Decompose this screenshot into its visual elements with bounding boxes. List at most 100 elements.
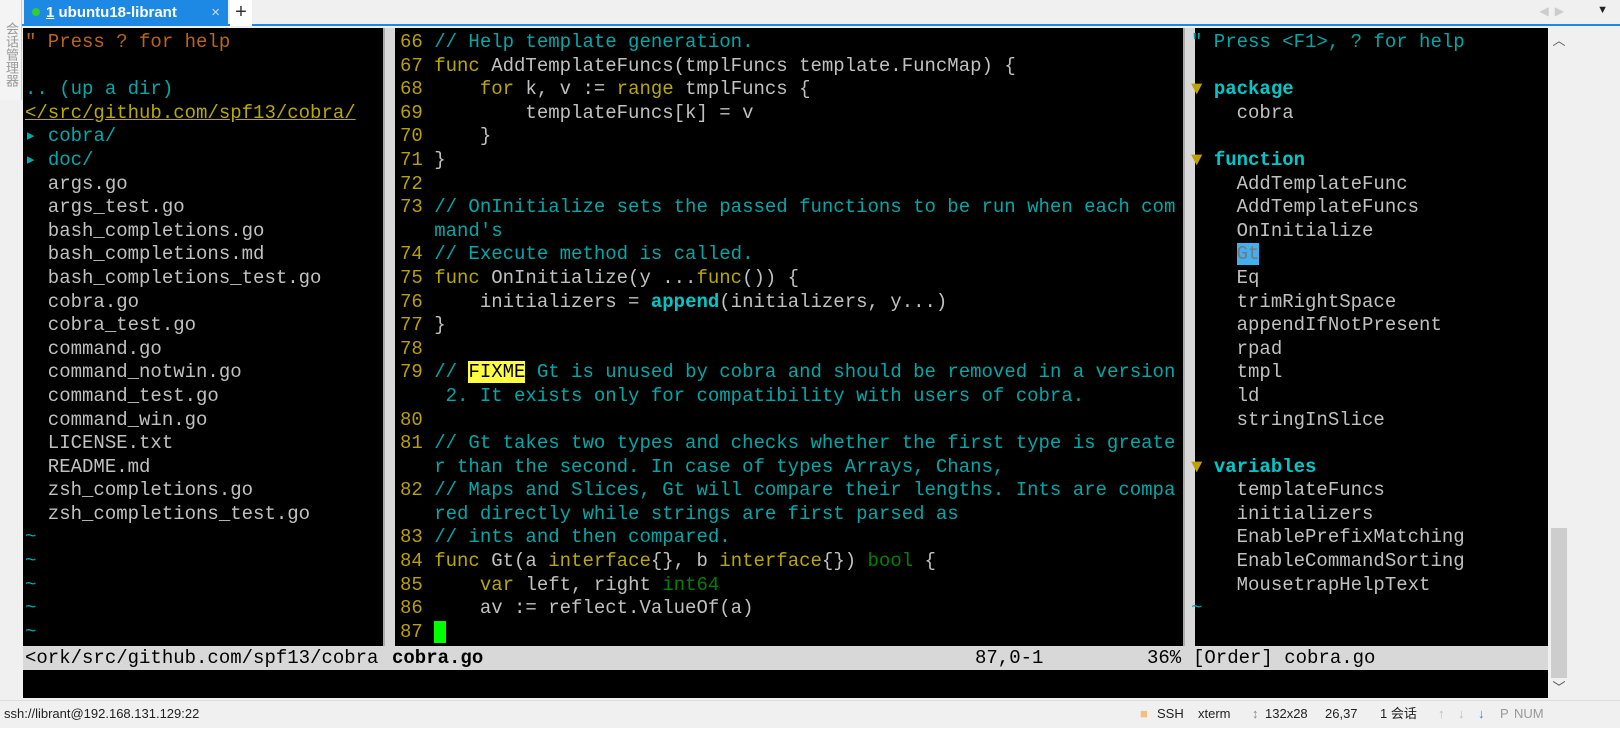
- tag-item[interactable]: AddTemplateFunc: [1191, 173, 1541, 197]
- new-tab-button[interactable]: +: [230, 0, 252, 26]
- tab-next-icon[interactable]: ▶: [1555, 4, 1570, 18]
- tag-item[interactable]: templateFuncs: [1191, 479, 1541, 503]
- code-line[interactable]: 80: [400, 409, 1185, 433]
- code-line[interactable]: 71 }: [400, 149, 1185, 173]
- tag-item[interactable]: trimRightSpace: [1191, 291, 1541, 315]
- tag-item[interactable]: EnablePrefixMatching: [1191, 526, 1541, 550]
- file-tree-item[interactable]: ~: [25, 550, 381, 574]
- file-tree-item[interactable]: ▸ doc/: [25, 149, 381, 173]
- text-segment: ~: [25, 620, 37, 643]
- tag-item[interactable]: rpad: [1191, 338, 1541, 362]
- tag-item[interactable]: ▼ function: [1191, 149, 1541, 173]
- upload-icon[interactable]: ↑: [1438, 701, 1445, 727]
- code-line[interactable]: 82 // Maps and Slices, Gt will compare t…: [400, 479, 1185, 503]
- tagbar-pane[interactable]: " Press <F1>, ? for help ▼ package cobra ▼…: [1191, 31, 1541, 621]
- file-tree-item[interactable]: [25, 55, 381, 79]
- tag-item[interactable]: stringInSlice: [1191, 409, 1541, 433]
- code-line[interactable]: r than the second. In case of types Arra…: [400, 456, 1185, 480]
- scroll-up-icon[interactable]: ︿: [1548, 30, 1570, 49]
- code-line[interactable]: red directly while strings are first par…: [400, 503, 1185, 527]
- tag-item[interactable]: [1191, 125, 1541, 149]
- file-tree-item[interactable]: command.go: [25, 338, 381, 362]
- code-line[interactable]: 74 // Execute method is called.: [400, 243, 1185, 267]
- code-line[interactable]: 83 // ints and then compared.: [400, 526, 1185, 550]
- file-tree-item[interactable]: command_test.go: [25, 385, 381, 409]
- tag-item[interactable]: initializers: [1191, 503, 1541, 527]
- code-line[interactable]: 70 }: [400, 125, 1185, 149]
- tag-item[interactable]: Gt: [1191, 243, 1541, 267]
- tab-prev-icon[interactable]: ◀: [1540, 4, 1555, 18]
- file-tree-item[interactable]: bash_completions_test.go: [25, 267, 381, 291]
- code-line[interactable]: 73 // OnInitialize sets the passed funct…: [400, 196, 1185, 220]
- file-tree-item[interactable]: args_test.go: [25, 196, 381, 220]
- tag-item[interactable]: [1191, 55, 1541, 79]
- terminal[interactable]: " Press ? for help .. (up a dir) </src/git…: [23, 28, 1548, 698]
- vertical-split-divider[interactable]: [383, 28, 395, 646]
- file-tree-item[interactable]: ~: [25, 621, 381, 645]
- tag-item[interactable]: ▼ package: [1191, 78, 1541, 102]
- text-segment: {: [913, 550, 936, 573]
- file-tree-item[interactable]: command_win.go: [25, 409, 381, 433]
- file-tree-item[interactable]: ~: [25, 597, 381, 621]
- file-tree-item[interactable]: args.go: [25, 173, 381, 197]
- tag-item[interactable]: MousetrapHelpText: [1191, 574, 1541, 598]
- tag-item[interactable]: OnInitialize: [1191, 220, 1541, 244]
- terminal-scrollbar[interactable]: ︿ ﹀: [1548, 28, 1570, 698]
- code-line[interactable]: 77 }: [400, 314, 1185, 338]
- session-manager-sidebar[interactable]: 会话管理器: [0, 0, 22, 100]
- file-tree-item[interactable]: bash_completions.md: [25, 243, 381, 267]
- code-line[interactable]: 81 // Gt takes two types and checks whet…: [400, 432, 1185, 456]
- file-tree-item[interactable]: ▸ cobra/: [25, 125, 381, 149]
- tag-item[interactable]: ▼ variables: [1191, 456, 1541, 480]
- code-line[interactable]: 67 func AddTemplateFuncs(tmplFuncs templ…: [400, 55, 1185, 79]
- editor-pane[interactable]: 66 // Help template generation. 67 func A…: [400, 31, 1185, 644]
- tag-item[interactable]: [1191, 432, 1541, 456]
- tag-item[interactable]: Eq: [1191, 267, 1541, 291]
- file-tree-item[interactable]: zsh_completions_test.go: [25, 503, 381, 527]
- nerdtree-pane[interactable]: " Press ? for help .. (up a dir) </src/git…: [25, 31, 381, 644]
- file-tree-item[interactable]: zsh_completions.go: [25, 479, 381, 503]
- tag-item[interactable]: cobra: [1191, 102, 1541, 126]
- file-tree-item[interactable]: cobra_test.go: [25, 314, 381, 338]
- status-cursor-position: 87,0-1: [975, 647, 1044, 669]
- code-line[interactable]: 86 av := reflect.ValueOf(a): [400, 597, 1185, 621]
- code-line[interactable]: 76 initializers = append(initializers, y…: [400, 291, 1185, 315]
- file-tree-item[interactable]: " Press ? for help: [25, 31, 381, 55]
- tag-item[interactable]: ld: [1191, 385, 1541, 409]
- download-icon[interactable]: ↓: [1458, 701, 1465, 727]
- code-line[interactable]: 2. It exists only for compatibility with…: [400, 385, 1185, 409]
- text-segment: LICENSE.txt: [25, 432, 174, 455]
- code-line[interactable]: 85 var left, right int64: [400, 574, 1185, 598]
- code-line[interactable]: 84 func Gt(a interface{}, b interface{})…: [400, 550, 1185, 574]
- file-tree-item[interactable]: README.md: [25, 456, 381, 480]
- file-tree-item[interactable]: bash_completions.go: [25, 220, 381, 244]
- file-tree-item[interactable]: command_notwin.go: [25, 361, 381, 385]
- close-tab-icon[interactable]: ×: [211, 0, 220, 25]
- file-tree-item[interactable]: LICENSE.txt: [25, 432, 381, 456]
- tag-item[interactable]: AddTemplateFuncs: [1191, 196, 1541, 220]
- code-line[interactable]: 87: [400, 620, 1185, 645]
- code-line[interactable]: mand's: [400, 220, 1185, 244]
- file-tree-item[interactable]: .. (up a dir): [25, 78, 381, 102]
- tab-menu-icon[interactable]: ▼: [1597, 4, 1608, 16]
- scroll-down-icon[interactable]: ﹀: [1548, 677, 1570, 696]
- code-line[interactable]: 78: [400, 338, 1185, 362]
- code-line[interactable]: 75 func OnInitialize(y ...func()) {: [400, 267, 1185, 291]
- code-line[interactable]: 79 // FIXME Gt is unused by cobra and sh…: [400, 361, 1185, 385]
- session-tab[interactable]: 1 ubuntu18-librant ×: [24, 0, 228, 26]
- tag-item[interactable]: appendIfNotPresent: [1191, 314, 1541, 338]
- file-tree-item[interactable]: </src/github.com/spf13/cobra/: [25, 102, 381, 126]
- scrollbar-thumb[interactable]: [1551, 528, 1567, 678]
- tag-item[interactable]: " Press <F1>, ? for help: [1191, 31, 1541, 55]
- file-tree-item[interactable]: ~: [25, 526, 381, 550]
- code-line[interactable]: 69 templateFuncs[k] = v: [400, 102, 1185, 126]
- transfer-icon[interactable]: ↓: [1478, 701, 1485, 727]
- code-line[interactable]: 72: [400, 173, 1185, 197]
- code-line[interactable]: 68 for k, v := range tmplFuncs {: [400, 78, 1185, 102]
- tag-item[interactable]: tmpl: [1191, 361, 1541, 385]
- file-tree-item[interactable]: ~: [25, 574, 381, 598]
- tag-item[interactable]: ~: [1191, 597, 1541, 621]
- code-line[interactable]: 66 // Help template generation.: [400, 31, 1185, 55]
- tag-item[interactable]: EnableCommandSorting: [1191, 550, 1541, 574]
- file-tree-item[interactable]: cobra.go: [25, 291, 381, 315]
